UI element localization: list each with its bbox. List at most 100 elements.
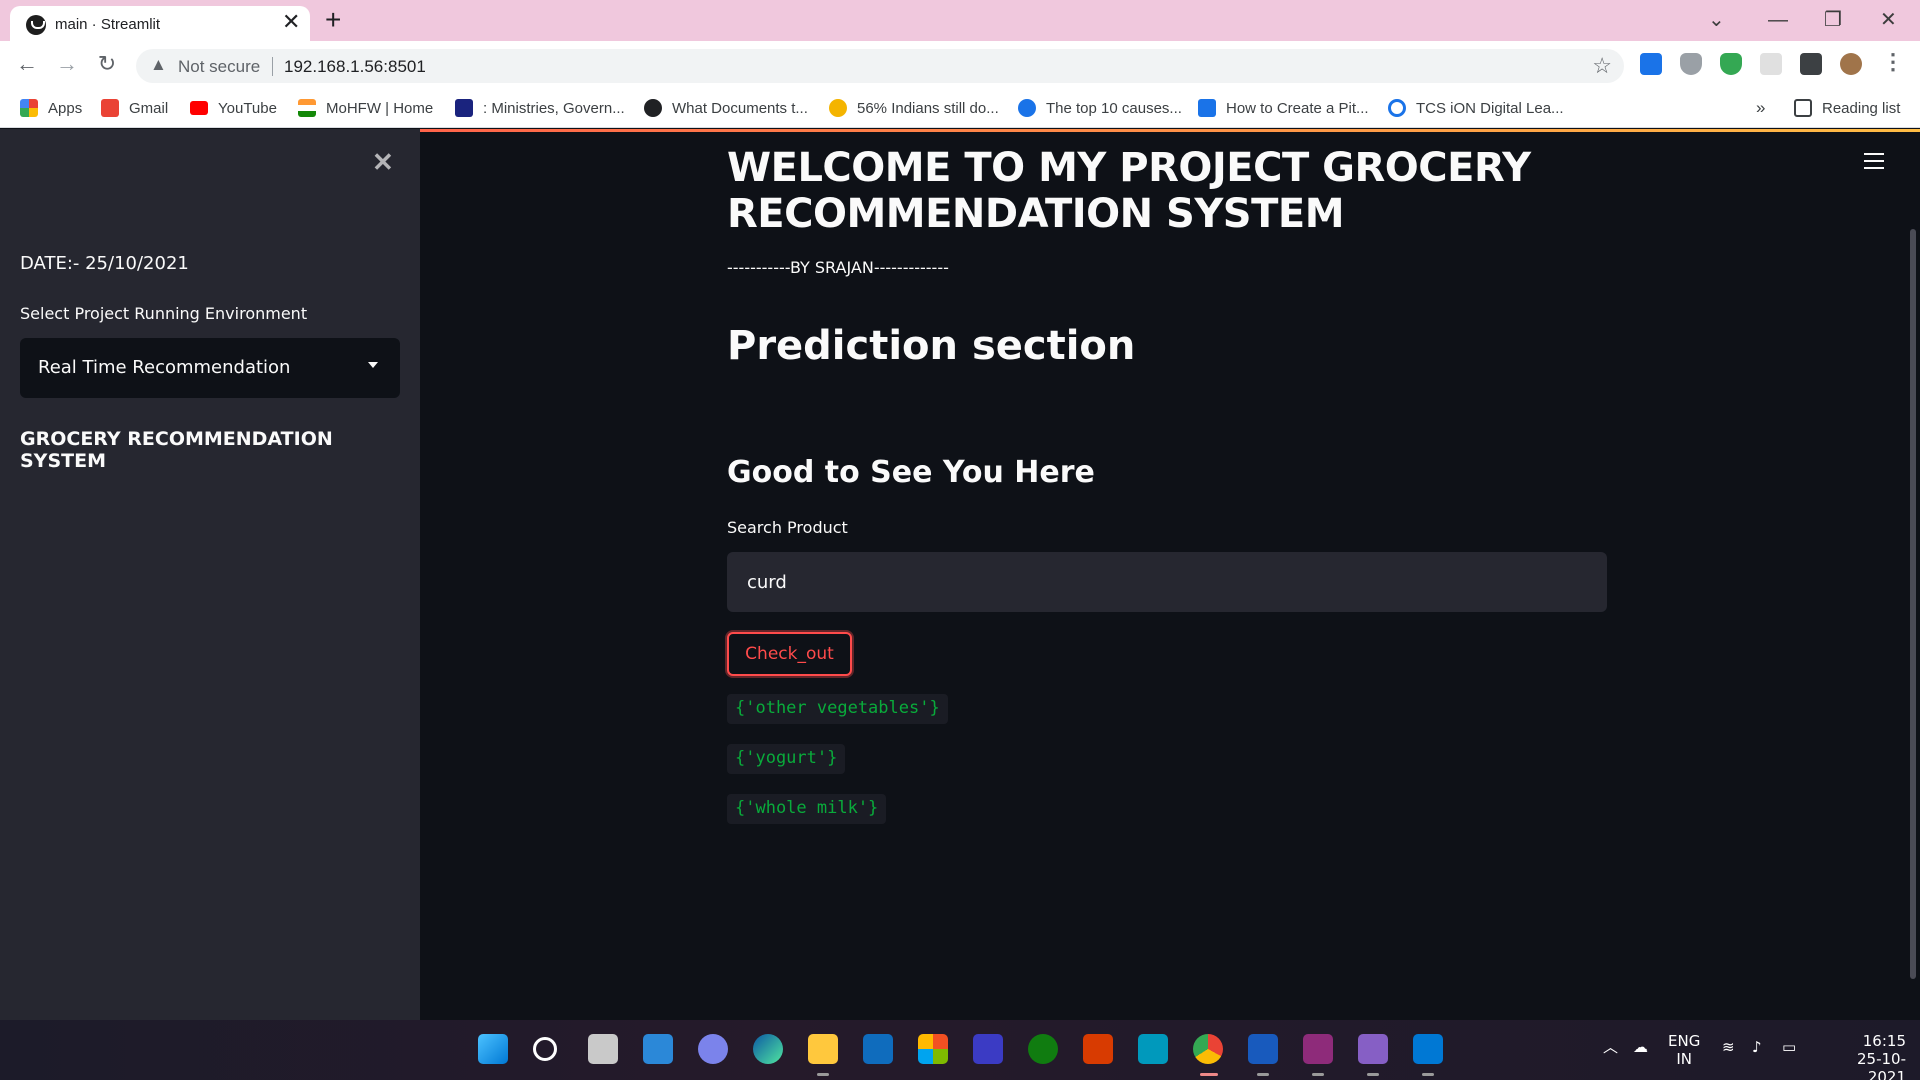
bookmark-label: What Documents t...	[672, 99, 808, 117]
browser-menu-icon[interactable]: ⋮	[1882, 49, 1904, 75]
caret-down-icon	[368, 362, 378, 368]
site-icon	[1018, 99, 1036, 117]
page-title: WELCOME TO MY PROJECT GROCERY RECOMMENDA…	[727, 145, 1531, 237]
xbox-icon[interactable]	[1028, 1034, 1058, 1064]
bookmarks-overflow-icon[interactable]: »	[1756, 98, 1765, 118]
back-icon[interactable]: ←	[12, 49, 42, 79]
tab-title: main · Streamlit	[55, 16, 161, 33]
teams-chat-icon[interactable]	[698, 1034, 728, 1064]
wifi-icon[interactable]: ≋	[1722, 1038, 1735, 1056]
sidebar: ✕ DATE:- 25/10/2021 Select Project Runni…	[0, 129, 420, 1020]
clock-time: 16:15	[1862, 1032, 1906, 1050]
bookmark-gmail[interactable]: Gmail	[101, 95, 168, 121]
region-code: IN	[1676, 1050, 1692, 1068]
extensions-puzzle-icon[interactable]	[1800, 53, 1822, 75]
browser-tab[interactable]: main · Streamlit ✕	[10, 6, 310, 41]
warning-icon[interactable]: ▲	[150, 55, 167, 75]
winrar-icon[interactable]	[1303, 1034, 1333, 1064]
sidebar-heading: GROCERY RECOMMENDATION SYSTEM	[20, 428, 333, 472]
bookmark-label: Gmail	[129, 99, 169, 117]
author-byline: -----------BY SRAJAN-------------	[727, 258, 949, 277]
omnibox-divider	[272, 57, 273, 76]
edge-icon[interactable]	[753, 1034, 783, 1064]
extension-icon[interactable]	[1760, 53, 1782, 75]
extension-adblock-icon[interactable]	[1720, 53, 1742, 75]
volume-icon[interactable]: ♪	[1752, 1038, 1762, 1056]
active-indicator	[817, 1073, 829, 1076]
power-icon	[1388, 99, 1406, 117]
url-text[interactable]: 192.168.1.56:8501	[284, 57, 426, 77]
window-close-icon[interactable]: ✕	[1880, 6, 1897, 34]
store-icon[interactable]	[918, 1034, 948, 1064]
scrollbar[interactable]	[1910, 229, 1916, 979]
extension-shield-icon[interactable]	[1680, 53, 1702, 75]
tab-close-icon[interactable]: ✕	[282, 11, 300, 33]
clock[interactable]: 16:15 25-10-2021	[1822, 1032, 1906, 1080]
remote-desktop-icon[interactable]	[1138, 1034, 1168, 1064]
browser-toolbar: ← → ↻ ▲ Not secure 192.168.1.56:8501 ☆ ⋮	[0, 41, 1920, 90]
check-out-button[interactable]: Check_out	[727, 632, 852, 676]
sidebar-close-icon[interactable]: ✕	[372, 147, 394, 178]
hamburger-menu-icon[interactable]	[1864, 153, 1884, 174]
bookmark-pivot[interactable]: How to Create a Pit...	[1198, 95, 1369, 121]
visual-studio-icon[interactable]	[1358, 1034, 1388, 1064]
bookmark-label: Apps	[48, 99, 83, 117]
bookmark-documents[interactable]: What Documents t...	[644, 95, 808, 121]
bookmark-youtube[interactable]: YouTube	[190, 95, 277, 121]
gmail-icon	[101, 99, 119, 117]
subheading: Good to See You Here	[727, 455, 1095, 490]
environment-select-label: Select Project Running Environment	[20, 304, 308, 323]
bookmark-tcs[interactable]: TCS iON Digital Lea...	[1388, 95, 1564, 121]
bookmark-apps[interactable]: Apps	[20, 95, 82, 121]
chrome-icon[interactable]	[1193, 1034, 1223, 1064]
onedrive-cloud-icon[interactable]: ☁	[1633, 1038, 1648, 1056]
search-product-label: Search Product	[727, 518, 848, 537]
reading-list-label: Reading list	[1822, 99, 1901, 117]
battery-icon[interactable]: ▭	[1782, 1038, 1796, 1056]
search-product-input[interactable]	[727, 552, 1607, 612]
bookmark-star-icon[interactable]: ☆	[1592, 53, 1612, 79]
result-item: {'other vegetables'}	[727, 694, 948, 724]
search-icon[interactable]	[533, 1037, 557, 1061]
active-indicator	[1422, 1073, 1434, 1076]
mail-icon[interactable]	[863, 1034, 893, 1064]
youtube-icon	[190, 101, 208, 115]
extension-translate-icon[interactable]	[1640, 53, 1662, 75]
address-bar[interactable]: ▲ Not secure 192.168.1.56:8501 ☆	[136, 49, 1624, 83]
restore-icon[interactable]: ❐	[1824, 6, 1842, 34]
streamlit-app: ✕ DATE:- 25/10/2021 Select Project Runni…	[0, 129, 1920, 1020]
new-tab-button[interactable]: +	[325, 6, 341, 34]
environment-select[interactable]: Real Time Recommendation	[20, 338, 400, 398]
photos-icon[interactable]	[1413, 1034, 1443, 1064]
bookmark-indians[interactable]: 56% Indians still do...	[829, 95, 999, 121]
reading-list-icon	[1794, 99, 1812, 117]
bookmark-mohfw[interactable]: MoHFW | Home	[298, 95, 433, 121]
profile-avatar[interactable]	[1840, 53, 1862, 75]
forward-icon[interactable]: →	[52, 49, 82, 79]
file-explorer-icon[interactable]	[808, 1034, 838, 1064]
reload-icon[interactable]: ↻	[92, 49, 122, 79]
word-icon[interactable]	[1248, 1034, 1278, 1064]
start-windows-icon[interactable]	[478, 1034, 508, 1064]
globe-icon	[644, 99, 662, 117]
security-label[interactable]: Not secure	[178, 57, 260, 77]
bookmark-label: How to Create a Pit...	[1226, 99, 1369, 117]
bookmark-ministries[interactable]: : Ministries, Govern...	[455, 95, 625, 121]
widgets-icon[interactable]	[643, 1034, 673, 1064]
minimize-icon[interactable]: —	[1768, 6, 1788, 34]
office-icon[interactable]	[1083, 1034, 1113, 1064]
s-logo-icon	[455, 99, 473, 117]
language-indicator[interactable]: ENG IN	[1668, 1032, 1700, 1068]
browser-tab-strip: main · Streamlit ✕ + ⌄ — ❐ ✕	[0, 0, 1920, 41]
result-item: {'yogurt'}	[727, 744, 846, 774]
active-indicator	[1312, 1073, 1324, 1076]
taskbar: ︿ ☁ ENG IN ≋ ♪ ▭ 16:15 25-10-2021	[0, 1020, 1920, 1080]
app-icon[interactable]	[973, 1034, 1003, 1064]
reading-list-button[interactable]: Reading list	[1794, 95, 1900, 121]
site-icon	[829, 99, 847, 117]
tab-search-chevron-icon[interactable]: ⌄	[1708, 6, 1725, 34]
task-view-icon[interactable]	[588, 1034, 618, 1064]
bookmark-top10[interactable]: The top 10 causes...	[1018, 95, 1182, 121]
show-hidden-icons-icon[interactable]: ︿	[1603, 1038, 1618, 1056]
chart-icon	[1198, 99, 1216, 117]
